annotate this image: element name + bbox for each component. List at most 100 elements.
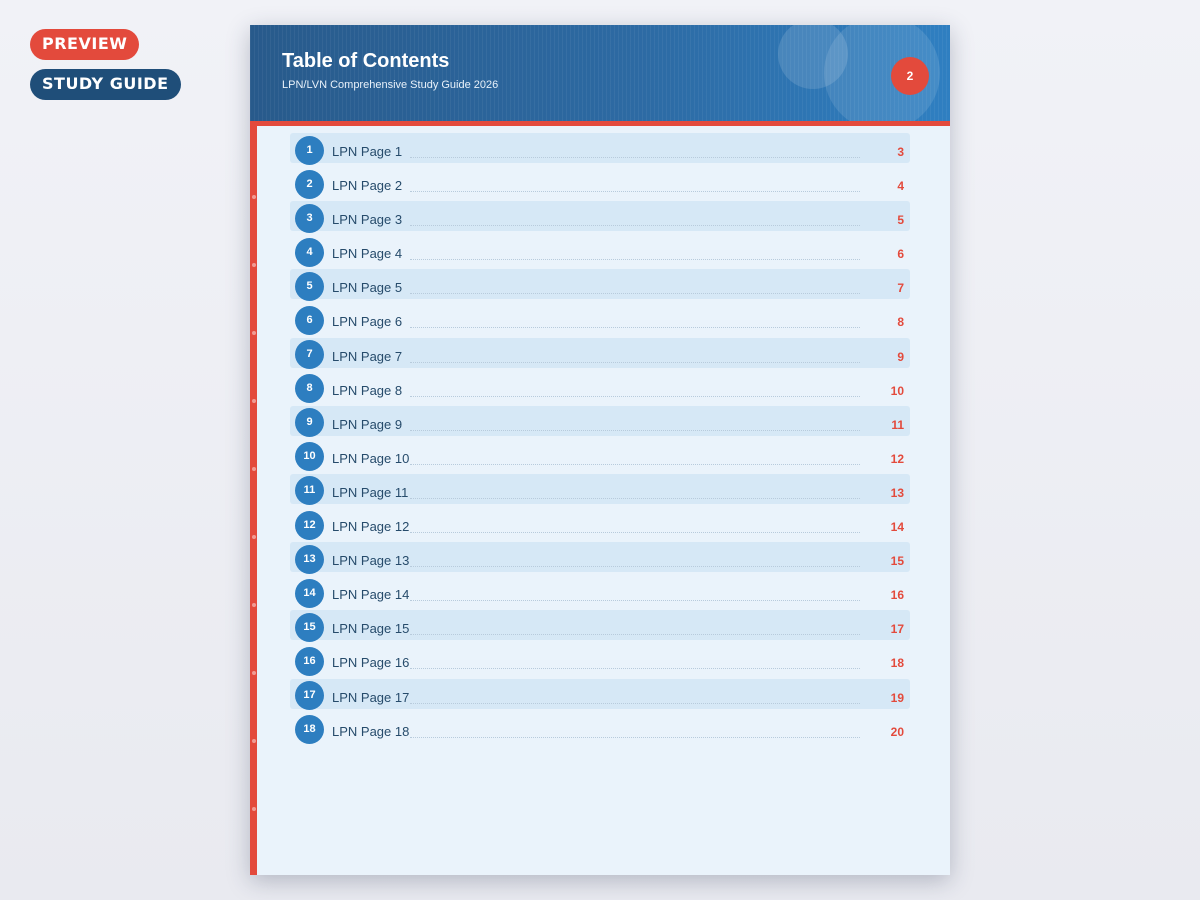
toc-entry[interactable]: 4 LPN Page 4 6 [290, 235, 910, 267]
dotted-leader [410, 327, 860, 329]
entry-number: 16 [295, 646, 324, 676]
side-bar-dot [252, 467, 256, 471]
toc-entry[interactable]: 2 LPN Page 2 4 [290, 167, 910, 199]
entry-page-number: 14 [890, 520, 904, 535]
entry-title: LPN Page 14 [332, 587, 410, 603]
entry-title: LPN Page 16 [332, 655, 410, 671]
entry-number: 1 [295, 135, 324, 165]
side-bar-dot [252, 263, 256, 267]
entry-page-number: 11 [891, 417, 904, 432]
toc-entry[interactable]: 17 LPN Page 17 19 [290, 678, 910, 710]
dotted-leader [410, 634, 860, 636]
toc-entry[interactable]: 1 LPN Page 1 3 [290, 133, 910, 165]
entry-page-number: 19 [890, 690, 904, 705]
page-header: Table of Contents LPN/LVN Comprehensive … [250, 25, 950, 121]
page-number-badge: 2 [891, 57, 929, 95]
entry-number: 11 [295, 476, 324, 506]
toc-entry[interactable]: 18 LPN Page 18 20 [290, 713, 910, 745]
toc-entry[interactable]: 9 LPN Page 9 11 [290, 405, 910, 438]
dotted-leader [410, 259, 860, 261]
entry-page-number: 20 [890, 724, 904, 739]
dotted-leader [410, 600, 860, 602]
entry-title: LPN Page 2 [332, 178, 403, 194]
toc-entry[interactable]: 8 LPN Page 8 10 [290, 372, 910, 404]
entry-page-number: 9 [897, 349, 904, 364]
entry-title: LPN Page 12 [332, 519, 410, 535]
entry-number: 9 [295, 408, 324, 438]
dotted-leader [410, 668, 860, 670]
dotted-leader [410, 293, 860, 295]
entry-number: 6 [295, 305, 324, 335]
entry-page-number: 8 [897, 315, 904, 330]
side-bar-dot [252, 195, 256, 199]
entry-page-number: 16 [890, 588, 904, 603]
entry-number: 5 [295, 271, 324, 301]
entry-page-number: 3 [897, 145, 904, 159]
entry-page-number: 7 [897, 281, 904, 296]
entry-title: LPN Page 4 [332, 246, 403, 262]
entry-number: 2 [295, 169, 324, 199]
entry-page-number: 5 [897, 213, 904, 228]
page-title: Table of Contents [282, 50, 450, 72]
dotted-leader [410, 736, 860, 738]
document-page: Table of Contents LPN/LVN Comprehensive … [250, 25, 950, 875]
dotted-leader [410, 463, 860, 465]
toc-entry[interactable]: 6 LPN Page 6 8 [290, 303, 910, 335]
entry-number: 3 [295, 203, 324, 233]
entry-number: 13 [295, 544, 324, 574]
entry-number: 4 [295, 237, 324, 267]
entry-page-number: 18 [890, 656, 904, 671]
toc-entry[interactable]: 15 LPN Page 15 17 [290, 610, 910, 642]
side-bar-dot [252, 331, 256, 335]
entry-title: LPN Page 8 [332, 382, 403, 398]
entry-title: LPN Page 13 [332, 553, 410, 569]
side-bar-dot [252, 535, 256, 539]
entry-number: 8 [295, 374, 324, 404]
dotted-leader [410, 225, 860, 227]
entry-title: LPN Page 1 [332, 144, 403, 159]
entry-number: 17 [295, 681, 324, 710]
side-bar-dot [252, 671, 256, 675]
entry-page-number: 4 [897, 179, 904, 194]
entry-number: 18 [295, 715, 324, 745]
toc-entry[interactable]: 10 LPN Page 10 12 [290, 440, 910, 472]
entry-page-number: 13 [890, 485, 904, 500]
entry-title: LPN Page 11 [332, 484, 409, 500]
toc-entry[interactable]: 16 LPN Page 16 18 [290, 644, 910, 676]
entry-number: 7 [295, 340, 324, 370]
toc-entry[interactable]: 5 LPN Page 5 7 [290, 269, 910, 301]
page-subtitle: LPN/LVN Comprehensive Study Guide 2026 [282, 79, 499, 91]
entry-title: LPN Page 10 [332, 450, 410, 466]
side-bar-dot [252, 399, 256, 403]
dotted-leader [410, 532, 860, 534]
side-accent-bar [250, 121, 257, 875]
dotted-leader [410, 395, 860, 397]
entry-page-number: 6 [897, 247, 904, 262]
study-guide-badge: STUDY GUIDE [30, 69, 181, 100]
dotted-leader [410, 191, 860, 193]
toc-entry[interactable]: 7 LPN Page 7 9 [290, 337, 910, 370]
entry-page-number: 17 [890, 622, 904, 637]
side-bar-dot [252, 807, 256, 811]
entry-number: 10 [295, 442, 324, 472]
dotted-leader [410, 429, 860, 431]
toc-list: 1 LPN Page 1 3 2 LPN Page 2 4 3 LPN Page 3 5 4 LPN… [290, 133, 910, 747]
entry-title: LPN Page 5 [332, 280, 403, 296]
dotted-leader [410, 157, 860, 158]
side-bar-dot [252, 739, 256, 743]
dotted-leader [410, 497, 860, 499]
header-divider [250, 121, 950, 126]
entry-title: LPN Page 6 [332, 314, 403, 330]
toc-entry[interactable]: 14 LPN Page 14 16 [290, 576, 910, 608]
entry-page-number: 10 [890, 383, 904, 398]
toc-entry[interactable]: 12 LPN Page 12 14 [290, 508, 910, 540]
entry-title: LPN Page 18 [332, 723, 410, 739]
toc-entry[interactable]: 11 LPN Page 11 13 [290, 473, 910, 506]
side-bar-dot [252, 603, 256, 607]
entry-title: LPN Page 15 [332, 621, 410, 637]
dotted-leader [410, 702, 860, 704]
entry-number: 15 [295, 612, 324, 642]
toc-entry[interactable]: 3 LPN Page 3 5 [290, 201, 910, 233]
entry-title: LPN Page 17 [332, 689, 410, 705]
toc-entry[interactable]: 13 LPN Page 13 15 [290, 542, 910, 574]
